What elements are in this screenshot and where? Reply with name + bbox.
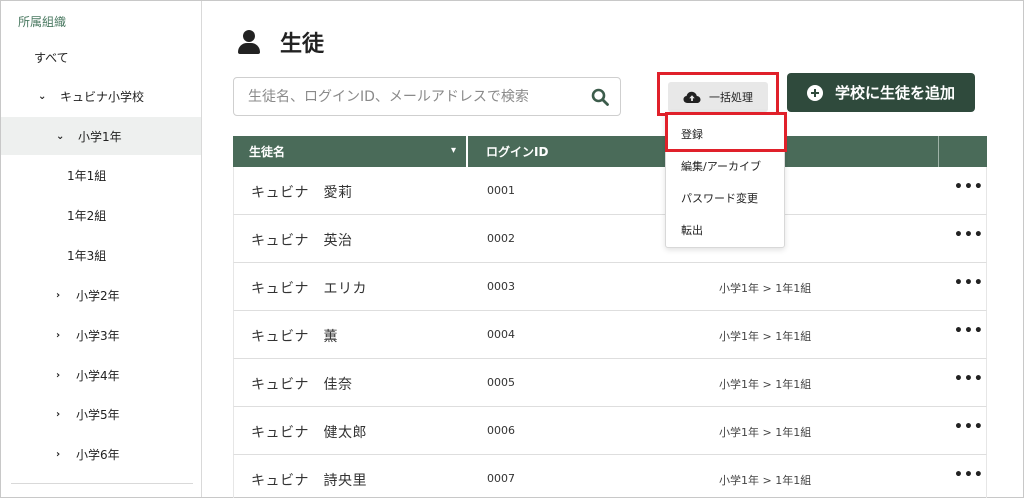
sidebar-item-label: すべて (34, 50, 69, 65)
sidebar-item-grade-5[interactable]: › 小学5年 (1, 395, 201, 433)
login-id: 0001 (487, 184, 515, 197)
bulk-action-button[interactable]: 一括処理 (668, 82, 768, 112)
student-name: キュビナ 佳奈 (251, 377, 353, 393)
bulk-action-label: 一括処理 (709, 91, 753, 104)
register-item-highlight (665, 112, 787, 152)
more-options-icon[interactable]: ••• (954, 371, 984, 387)
table-row[interactable]: キュビナ 薫 0004 小学1年 > 1年1組 ••• (233, 311, 987, 359)
menu-item-transfer-out[interactable]: 転出 (681, 222, 703, 238)
sidebar-item-grade-1[interactable]: ⌄ 小学1年 (1, 117, 201, 155)
sidebar-item-label: 1年2組 (67, 208, 107, 223)
sidebar-item-label: 1年3組 (67, 248, 107, 263)
chevron-down-icon: ⌄ (56, 130, 65, 142)
sidebar-item-label: キュビナ小学校 (60, 89, 145, 104)
table-row[interactable]: キュビナ 佳奈 0005 小学1年 > 1年1組 ••• (233, 359, 987, 407)
chevron-right-icon: › (56, 448, 61, 460)
sidebar-item-class-1-2[interactable]: 1年2組 (1, 196, 201, 234)
column-header-label: ログインID (486, 145, 549, 159)
sidebar-item-class-1-3[interactable]: 1年3組 (1, 236, 201, 274)
chevron-right-icon: › (56, 329, 61, 341)
table-row[interactable]: キュビナ 英治 0002 1年1組 ••• (233, 215, 987, 263)
chevron-down-icon: ⌄ (38, 90, 47, 102)
sidebar-item-label: 小学2年 (76, 288, 120, 303)
more-options-icon[interactable]: ••• (954, 467, 984, 483)
search-icon[interactable] (591, 88, 609, 106)
students-table: 生徒名 ▾ ログインID キュビナ 愛莉 0001 1年1組 ••• キュビナ … (233, 136, 987, 498)
student-name: キュビナ 健太郎 (251, 425, 367, 441)
chevron-right-icon: › (56, 289, 61, 301)
sidebar-item-label: 小学1年 (78, 129, 122, 144)
login-id: 0005 (487, 376, 515, 389)
student-name: キュビナ 薫 (251, 329, 338, 345)
login-id: 0004 (487, 328, 515, 341)
login-id: 0003 (487, 280, 515, 293)
add-student-label: 学校に生徒を追加 (834, 84, 955, 102)
column-divider (938, 136, 939, 167)
student-name: キュビナ エリカ (251, 281, 367, 297)
table-row[interactable]: キュビナ エリカ 0003 小学1年 > 1年1組 ••• (233, 263, 987, 311)
chevron-right-icon: › (56, 408, 61, 420)
sidebar-item-grade-3[interactable]: › 小学3年 (1, 316, 201, 354)
sidebar-item-class-1-1[interactable]: 1年1組 (1, 156, 201, 194)
more-options-icon[interactable]: ••• (954, 323, 984, 339)
sidebar-heading: 所属組織 (18, 15, 67, 29)
chevron-down-icon: ▾ (450, 145, 456, 156)
more-options-icon[interactable]: ••• (954, 275, 984, 291)
student-name: キュビナ 愛莉 (251, 185, 353, 201)
sidebar-item-grade-6[interactable]: › 小学6年 (1, 435, 201, 473)
sidebar-item-label: 1年1組 (67, 168, 107, 183)
column-header-label: 生徒名 (249, 145, 286, 159)
class-path: 小学1年 > 1年1組 (719, 378, 812, 391)
person-icon (238, 30, 260, 54)
student-name: キュビナ 英治 (251, 233, 353, 249)
more-options-icon[interactable]: ••• (954, 227, 984, 243)
table-header: 生徒名 ▾ ログインID (233, 136, 987, 167)
more-options-icon[interactable]: ••• (954, 419, 984, 435)
login-id: 0002 (487, 232, 515, 245)
page-header: 生徒 (238, 26, 324, 58)
sidebar-item-grade-2[interactable]: › 小学2年 (1, 276, 201, 314)
add-student-button[interactable]: 学校に生徒を追加 (787, 73, 975, 112)
sidebar-item-label: 小学4年 (76, 368, 120, 383)
more-options-icon[interactable]: ••• (954, 179, 984, 195)
login-id: 0006 (487, 424, 515, 437)
cloud-upload-icon (683, 91, 701, 103)
class-path: 小学1年 > 1年1組 (719, 330, 812, 343)
table-row[interactable]: キュビナ 健太郎 0006 小学1年 > 1年1組 ••• (233, 407, 987, 455)
table-row[interactable]: キュビナ 愛莉 0001 1年1組 ••• (233, 167, 987, 215)
sidebar-item-label: 小学3年 (76, 328, 120, 343)
plus-circle-icon (806, 84, 823, 101)
student-name: キュビナ 詩央里 (251, 473, 367, 489)
chevron-right-icon: › (56, 369, 61, 381)
search-box (233, 77, 621, 116)
menu-item-edit-archive[interactable]: 編集/アーカイブ (681, 158, 761, 174)
search-input[interactable] (248, 87, 578, 107)
page-title: 生徒 (280, 32, 325, 57)
column-header-name[interactable]: 生徒名 ▾ (233, 136, 468, 167)
class-path: 小学1年 > 1年1組 (719, 426, 812, 439)
sidebar-divider (11, 483, 193, 484)
sidebar-item-school[interactable]: ⌄ キュビナ小学校 (1, 77, 201, 115)
sidebar-item-label: 小学6年 (76, 447, 120, 462)
login-id: 0007 (487, 472, 515, 485)
column-header-login[interactable]: ログインID (470, 136, 548, 167)
class-path: 小学1年 > 1年1組 (719, 474, 812, 487)
menu-item-password-change[interactable]: パスワード変更 (681, 190, 758, 206)
class-path: 小学1年 > 1年1組 (719, 282, 812, 295)
sidebar-item-label: 小学5年 (76, 407, 120, 422)
sidebar: 所属組織 すべて ⌄ キュビナ小学校 ⌄ 小学1年 1年1組 1年2組 1年3組… (1, 1, 202, 497)
sidebar-item-all[interactable]: すべて (1, 38, 201, 76)
sidebar-item-grade-4[interactable]: › 小学4年 (1, 356, 201, 394)
table-row[interactable]: キュビナ 詩央里 0007 小学1年 > 1年1組 ••• (233, 455, 987, 498)
